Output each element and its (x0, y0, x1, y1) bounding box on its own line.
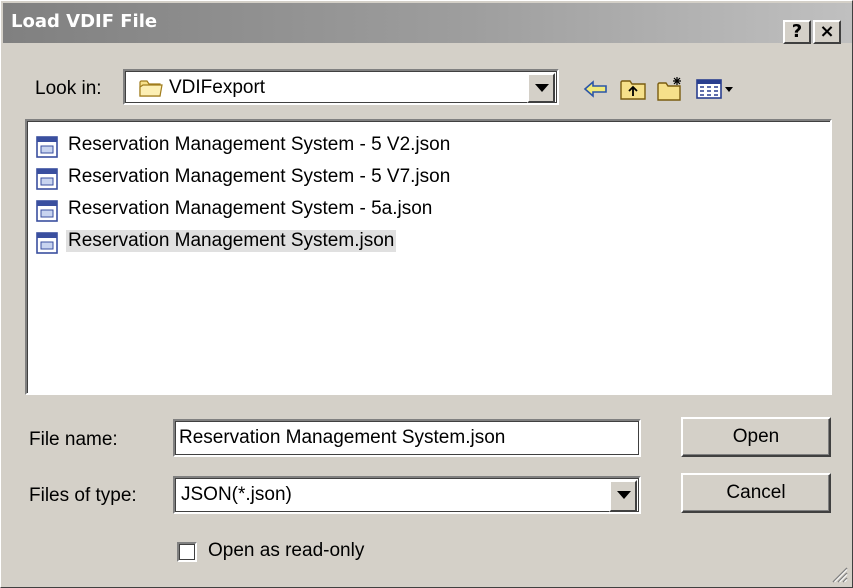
resize-grip-icon[interactable] (830, 565, 848, 583)
view-menu-icon[interactable] (695, 75, 735, 103)
json-file-icon (36, 232, 58, 254)
help-icon: ? (791, 21, 803, 42)
file-name: Reservation Management System - 5 V7.jso… (68, 166, 451, 187)
help-button[interactable]: ? (783, 20, 811, 44)
title-bar[interactable]: Load VDIF File ? × (3, 3, 852, 44)
file-list[interactable]: Reservation Management System - 5 V2.jso… (25, 119, 832, 395)
file-name: Reservation Management System - 5 V2.jso… (68, 134, 451, 155)
load-vdif-dialog: Load VDIF File ? × Look in: VDIFexport R… (0, 0, 853, 588)
file-name-label: File name: (29, 429, 118, 450)
look-in-value: VDIFexport (169, 77, 266, 98)
folder-icon (139, 80, 163, 97)
open-button[interactable]: Open (681, 417, 831, 457)
read-only-checkbox[interactable] (177, 542, 197, 562)
json-file-icon (36, 200, 58, 222)
files-of-type-value: JSON(*.json) (181, 484, 292, 505)
files-of-type-combo[interactable]: JSON(*.json) (173, 476, 641, 514)
cancel-button[interactable]: Cancel (681, 473, 831, 513)
read-only-label[interactable]: Open as read-only (208, 540, 364, 562)
files-of-type-dropdown-button[interactable] (609, 480, 637, 512)
file-name: Reservation Management System - 5a.json (68, 198, 433, 219)
file-name: Reservation Management System.json (66, 230, 397, 252)
chevron-down-icon (535, 84, 549, 92)
chevron-down-icon (617, 491, 631, 499)
files-of-type-label: Files of type: (29, 485, 137, 506)
close-button[interactable]: × (813, 20, 841, 44)
look-in-label: Look in: (35, 78, 102, 99)
new-folder-icon[interactable] (656, 75, 684, 103)
file-name-input[interactable] (179, 424, 633, 452)
json-file-icon (36, 168, 58, 190)
up-folder-icon[interactable] (619, 75, 647, 103)
look-in-combo[interactable]: VDIFexport (123, 69, 559, 105)
look-in-dropdown-button[interactable] (527, 73, 555, 103)
back-arrow-icon[interactable] (582, 75, 610, 103)
json-file-icon (36, 136, 58, 158)
close-icon: × (819, 21, 835, 42)
file-name-field[interactable] (173, 419, 641, 457)
window-title: Load VDIF File (11, 11, 158, 32)
